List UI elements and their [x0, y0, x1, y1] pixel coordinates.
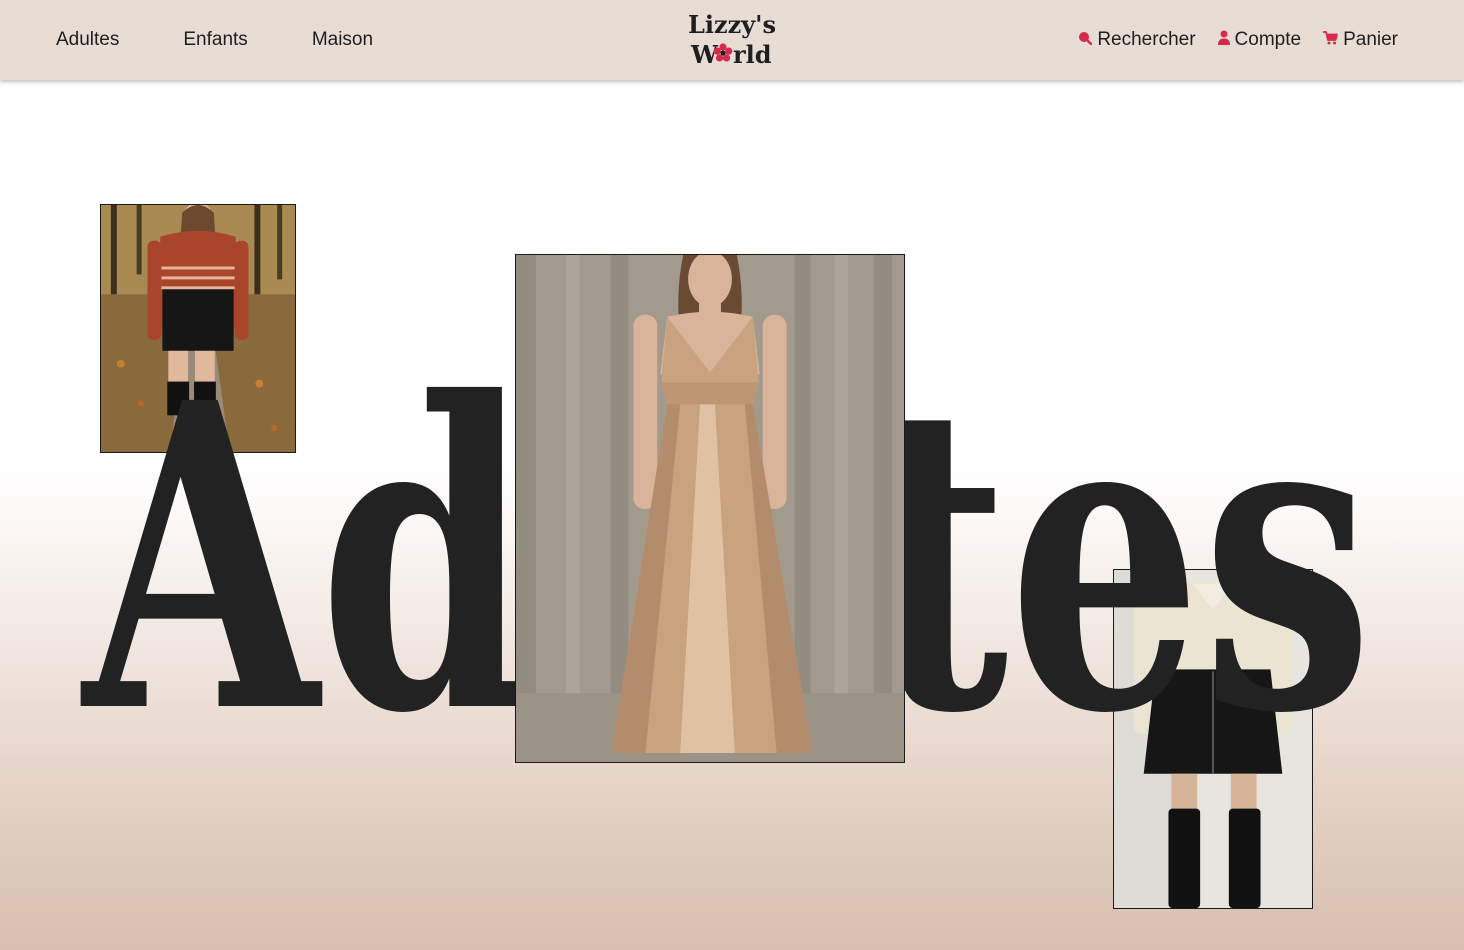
product-photo-satin-gown[interactable]: [515, 254, 905, 763]
site-logo[interactable]: Lizzy's W rld: [688, 10, 776, 69]
search-label: Rechercher: [1097, 29, 1196, 50]
search-link[interactable]: Rechercher: [1078, 29, 1196, 51]
cart-label: Panier: [1343, 29, 1398, 50]
main-nav: Adultes Enfants Maison: [56, 0, 437, 80]
logo-line-1: Lizzy's: [688, 10, 776, 39]
account-label: Compte: [1234, 29, 1302, 50]
site-header: Adultes Enfants Maison Lizzy's W rld Rec…: [0, 0, 1464, 80]
nav-link-maison[interactable]: Maison: [312, 29, 373, 51]
account-link[interactable]: Compte: [1217, 29, 1302, 51]
search-icon: [1078, 29, 1097, 51]
utility-nav: Rechercher Compte Panier: [1056, 0, 1398, 80]
cart-link[interactable]: Panier: [1323, 29, 1398, 51]
logo-line-2-end: rld: [733, 40, 772, 68]
user-icon: [1217, 29, 1235, 51]
nav-link-enfants[interactable]: Enfants: [183, 29, 247, 51]
logo-line-2-start: W: [690, 40, 719, 68]
nav-link-adultes[interactable]: Adultes: [56, 29, 119, 51]
cart-icon: [1323, 29, 1343, 51]
